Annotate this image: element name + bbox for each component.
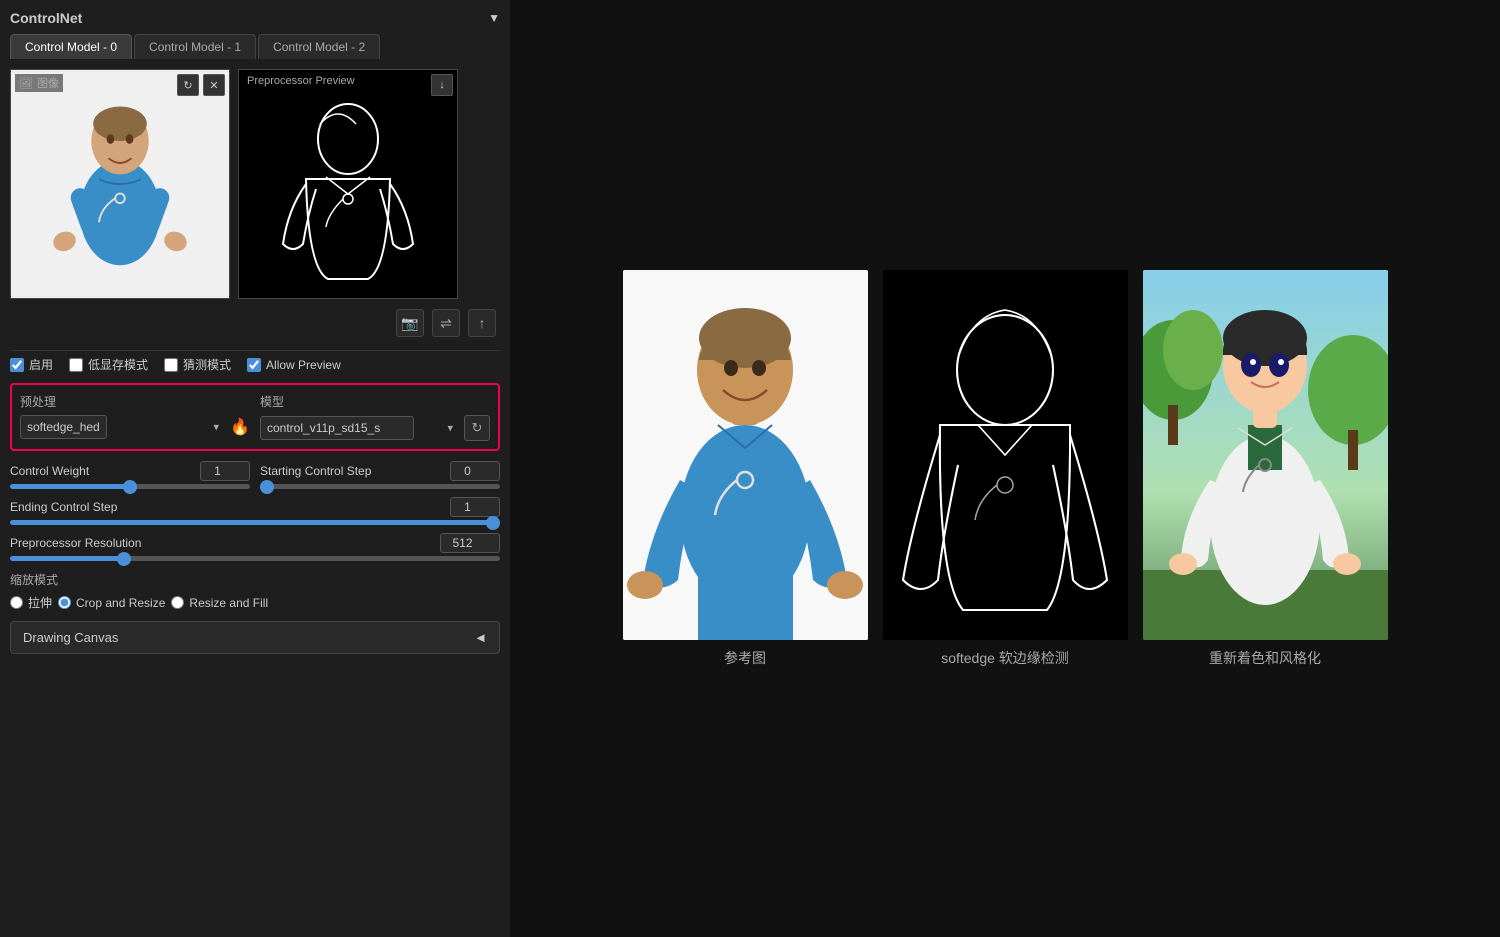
sliders-section: Control Weight Starting Control Step En [10, 461, 500, 561]
control-weight-header: Control Weight [10, 461, 250, 481]
model-refresh-btn[interactable]: ↻ [464, 415, 490, 441]
preprocessor-preview-content [239, 70, 457, 298]
low-vram-label: 低显存模式 [88, 356, 148, 373]
tab-model-0[interactable]: Control Model - 0 [10, 34, 132, 59]
output-images: 参考图 [623, 270, 1388, 668]
upload-btn[interactable]: ↑ [468, 309, 496, 337]
allow-preview-checkbox[interactable] [247, 358, 261, 372]
right-panel: 参考图 [510, 0, 1500, 937]
source-image-controls: ↻ ✕ ✂ [177, 74, 225, 96]
guess-mode-label: 猜测模式 [183, 356, 231, 373]
preprocessor-res-label: Preprocessor Resolution [10, 536, 141, 550]
starting-step-value[interactable] [450, 461, 500, 481]
ending-step-label: Ending Control Step [10, 500, 117, 514]
ending-step-value[interactable] [450, 497, 500, 517]
fire-icon: 🔥 [230, 417, 250, 437]
zoom-option-fill[interactable]: Resize and Fill [171, 594, 268, 611]
preprocessor-res-row: Preprocessor Resolution [10, 533, 500, 561]
zoom-mode-label: 缩放模式 [10, 571, 500, 588]
starting-step-col: Starting Control Step [260, 461, 500, 489]
model-select-row: control_v11p_sd15_s control_v11p_sd15_ca… [260, 415, 490, 441]
drawing-canvas-label: Drawing Canvas [23, 630, 118, 645]
drawing-canvas-row[interactable]: Drawing Canvas ◄ [10, 621, 500, 654]
output-edge-image [883, 270, 1128, 640]
zoom-crop-label: Crop and Resize [76, 596, 165, 610]
source-image-label: 🖼 图像 [15, 74, 63, 92]
zoom-mode-section: 缩放模式 拉伸 Crop and Resize Resize and Fill [10, 571, 500, 611]
preprocessor-preview-label: Preprocessor Preview [243, 74, 359, 88]
preprocessor-select-row: softedge_hed canny depth 🔥 [20, 415, 250, 439]
image-action-icons: 📷 ⇌ ↑ [10, 309, 500, 337]
preprocessor-preview-controls: ↓ [431, 74, 453, 96]
guess-mode-checkbox-item[interactable]: 猜测模式 [164, 356, 231, 373]
ref-caption: 参考图 [724, 648, 766, 668]
panel-collapse-arrow[interactable]: ▼ [488, 11, 500, 25]
control-weight-col: Control Weight [10, 461, 250, 489]
zoom-fill-label: Resize and Fill [189, 596, 268, 610]
preproc-model-row: 预处理 softedge_hed canny depth 🔥 模型 [20, 393, 490, 441]
output-styled-image [1143, 270, 1388, 640]
preprocessor-dropdown-wrapper[interactable]: softedge_hed canny depth [20, 415, 225, 439]
control-weight-slider[interactable] [10, 484, 250, 489]
low-vram-checkbox-item[interactable]: 低显存模式 [69, 356, 148, 373]
panel-title: ControlNet [10, 10, 82, 26]
preprocessor-res-slider[interactable] [10, 556, 500, 561]
enable-checkbox-item[interactable]: 启用 [10, 356, 53, 373]
zoom-stretch-label: 拉伸 [28, 594, 52, 611]
preprocessor-res-header: Preprocessor Resolution [10, 533, 500, 553]
swap-btn[interactable]: ⇌ [432, 309, 460, 337]
source-image-content [11, 70, 229, 298]
model-tabs: Control Model - 0 Control Model - 1 Cont… [10, 34, 500, 59]
enable-label: 启用 [29, 356, 53, 373]
options-checkboxes-row: 启用 低显存模式 猜测模式 Allow Preview [10, 356, 500, 373]
control-weight-value[interactable] [200, 461, 250, 481]
source-image-box[interactable]: 🖼 图像 ↻ ✕ ✂ [10, 69, 230, 299]
preview-download-btn[interactable]: ↓ [431, 74, 453, 96]
camera-btn[interactable]: 📷 [396, 309, 424, 337]
starting-step-header: Starting Control Step [260, 461, 500, 481]
starting-step-slider[interactable] [260, 484, 500, 489]
image-icon: 🖼 [19, 77, 33, 90]
drawing-canvas-arrow: ◄ [474, 630, 487, 645]
controlnet-panel: ControlNet ▼ Control Model - 0 Control M… [0, 0, 510, 937]
panel-header: ControlNet ▼ [10, 10, 500, 26]
model-col-label: 模型 [260, 393, 490, 410]
preprocessor-select[interactable]: softedge_hed canny depth [20, 415, 107, 439]
image-area: 🖼 图像 ↻ ✕ ✂ [10, 69, 500, 299]
ending-step-header: Ending Control Step [10, 497, 500, 517]
source-close-btn[interactable]: ✕ [203, 74, 225, 96]
low-vram-checkbox[interactable] [69, 358, 83, 372]
source-refresh-btn[interactable]: ↻ [177, 74, 199, 96]
preprocessor-col: 预处理 softedge_hed canny depth 🔥 [20, 393, 250, 441]
zoom-options: 拉伸 Crop and Resize Resize and Fill [10, 594, 500, 611]
preprocessor-preview-box[interactable]: Preprocessor Preview ↓ [238, 69, 458, 299]
preprocessor-res-value[interactable] [440, 533, 500, 553]
zoom-option-stretch[interactable]: 拉伸 [10, 594, 52, 611]
preprocessor-model-section: 预处理 softedge_hed canny depth 🔥 模型 [10, 383, 500, 451]
allow-preview-label: Allow Preview [266, 358, 341, 372]
enable-checkbox[interactable] [10, 358, 24, 372]
starting-step-label: Starting Control Step [260, 464, 371, 478]
preprocessor-col-label: 预处理 [20, 393, 250, 410]
tab-model-1[interactable]: Control Model - 1 [134, 34, 256, 59]
output-ref-image [623, 270, 868, 640]
model-dropdown-wrapper[interactable]: control_v11p_sd15_s control_v11p_sd15_ca… [260, 416, 459, 440]
output-ref-col: 参考图 [623, 270, 868, 668]
double-slider-row: Control Weight Starting Control Step [10, 461, 500, 489]
control-weight-label: Control Weight [10, 464, 89, 478]
styled-caption: 重新着色和风格化 [1209, 648, 1321, 668]
zoom-option-crop[interactable]: Crop and Resize [58, 594, 165, 611]
output-edge-col: softedge 软边缘检测 [883, 270, 1128, 668]
allow-preview-checkbox-item[interactable]: Allow Preview [247, 358, 341, 372]
guess-mode-checkbox[interactable] [164, 358, 178, 372]
output-styled-col: 重新着色和风格化 [1143, 270, 1388, 668]
edge-caption: softedge 软边缘检测 [941, 648, 1069, 668]
model-select[interactable]: control_v11p_sd15_s control_v11p_sd15_ca… [260, 416, 414, 440]
model-col: 模型 control_v11p_sd15_s control_v11p_sd15… [260, 393, 490, 441]
ending-step-slider[interactable] [10, 520, 500, 525]
tab-model-2[interactable]: Control Model - 2 [258, 34, 380, 59]
ending-step-row: Ending Control Step [10, 497, 500, 525]
